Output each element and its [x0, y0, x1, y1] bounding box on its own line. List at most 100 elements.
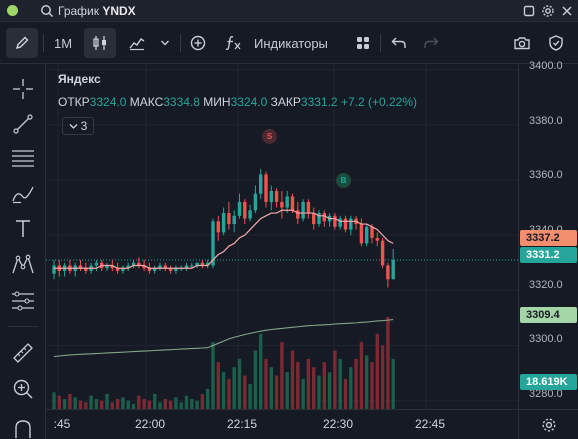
indicators-button[interactable]: Индикаторы	[224, 28, 350, 58]
zoom-in-icon	[13, 379, 33, 399]
candle-body	[243, 202, 247, 219]
candle-body	[248, 210, 252, 219]
price-tick: 3380.0	[529, 115, 563, 127]
text-tool[interactable]	[8, 214, 38, 244]
volume-bar	[338, 358, 342, 409]
price-chart[interactable]	[46, 64, 518, 409]
volume-bar	[274, 375, 279, 409]
volume-bar	[312, 367, 316, 409]
volume-bar	[57, 395, 61, 409]
volume-bar	[227, 378, 231, 409]
volume-bar	[84, 402, 88, 409]
shield-check-icon	[549, 35, 563, 51]
volume-bar	[232, 367, 236, 409]
draw-mode-button[interactable]	[6, 28, 38, 58]
title-prefix: График	[58, 4, 99, 18]
volume-bar	[158, 402, 162, 409]
area-chart-icon	[129, 38, 145, 51]
gear-icon[interactable]	[541, 4, 555, 18]
volume-bar	[73, 397, 77, 409]
volume-bar	[168, 400, 173, 409]
indicators-collapse-button[interactable]: 3	[62, 117, 94, 135]
candle-body	[216, 221, 220, 233]
candle-body	[312, 213, 316, 225]
time-scale[interactable]: :45 22:00 22:15 22:30 22:45	[46, 409, 518, 439]
trend-line-tool[interactable]	[8, 109, 38, 139]
candle-body	[94, 262, 99, 266]
candles-button[interactable]	[84, 28, 116, 58]
title-symbol: YNDX	[102, 4, 136, 18]
candle-body	[301, 202, 305, 219]
trend-line-icon	[13, 114, 33, 134]
ruler-icon	[13, 343, 33, 363]
camera-icon	[514, 37, 530, 50]
open-label: ОТКР	[58, 95, 90, 109]
volume-bar	[259, 333, 263, 409]
price-tick: 3400.0	[529, 60, 563, 72]
fib-tool[interactable]	[8, 143, 38, 173]
volume-bar	[280, 342, 284, 409]
volume-bar	[126, 400, 130, 409]
volume-bar	[184, 395, 189, 409]
volume-bar	[179, 402, 183, 409]
volume-bar	[354, 358, 358, 409]
volume-bar	[78, 400, 83, 409]
screenshot-button[interactable]	[508, 28, 536, 58]
forecast-tool[interactable]	[8, 286, 38, 316]
publish-button[interactable]	[542, 28, 570, 58]
volume-bar	[153, 393, 157, 409]
indicators-label: Индикаторы	[254, 35, 328, 51]
toolbar-divider	[180, 34, 181, 52]
ma-price-badge: 3337.2	[520, 230, 577, 246]
toolbar-divider	[43, 34, 44, 52]
fib-levels-icon	[12, 150, 34, 167]
candle-body	[349, 218, 353, 230]
low-value: 3324.0	[230, 95, 268, 109]
function-icon	[225, 36, 241, 51]
zoom-tool[interactable]	[8, 374, 38, 404]
compare-button[interactable]	[184, 28, 212, 58]
templates-button[interactable]	[350, 28, 376, 58]
magnet-tool[interactable]	[8, 414, 38, 439]
close-icon[interactable]	[560, 4, 574, 18]
volume-bar	[301, 378, 305, 409]
candle-body	[227, 213, 231, 225]
area-chart-button[interactable]	[122, 28, 152, 58]
candle-body	[380, 240, 385, 266]
volume-bar	[211, 342, 215, 409]
buy-marker[interactable]: B	[336, 173, 351, 188]
volume-bar	[110, 402, 114, 409]
volume-bar	[163, 398, 167, 409]
interval-button[interactable]: 1M	[48, 28, 78, 58]
crosshair-tool[interactable]	[8, 74, 38, 104]
chart-type-dropdown[interactable]	[155, 28, 175, 58]
redo-button[interactable]	[418, 28, 444, 58]
volume-bar	[190, 398, 194, 409]
search-icon[interactable]	[40, 4, 54, 18]
candle-body	[237, 202, 242, 216]
open-value: 3324.0	[89, 95, 127, 109]
sell-marker[interactable]: S	[262, 129, 277, 144]
volume-bar	[317, 375, 321, 409]
price-scale[interactable]: 3400.0 3380.0 3360.0 3340.0 3320.0 3300.…	[518, 60, 578, 409]
time-tick: 22:00	[134, 417, 166, 431]
volume-bar	[105, 393, 109, 409]
chart-settings-corner[interactable]	[518, 409, 578, 439]
candle-body	[290, 196, 295, 211]
volume-bar	[269, 367, 273, 409]
time-tick: 22:30	[322, 417, 354, 431]
pattern-tool[interactable]	[8, 250, 38, 280]
volume-bar	[285, 372, 289, 409]
indicators-count: 3	[80, 119, 88, 133]
volume-bar	[349, 367, 353, 409]
gear-icon	[541, 417, 556, 432]
candle-body	[370, 226, 374, 238]
volume-bar	[68, 393, 72, 409]
maximize-icon[interactable]	[522, 4, 536, 18]
volume-bar	[391, 358, 395, 409]
volume-bar	[322, 362, 326, 409]
undo-button[interactable]	[386, 28, 412, 58]
drawing-toolbar	[0, 64, 46, 439]
brush-tool[interactable]	[8, 179, 38, 209]
ruler-tool[interactable]	[8, 338, 38, 368]
